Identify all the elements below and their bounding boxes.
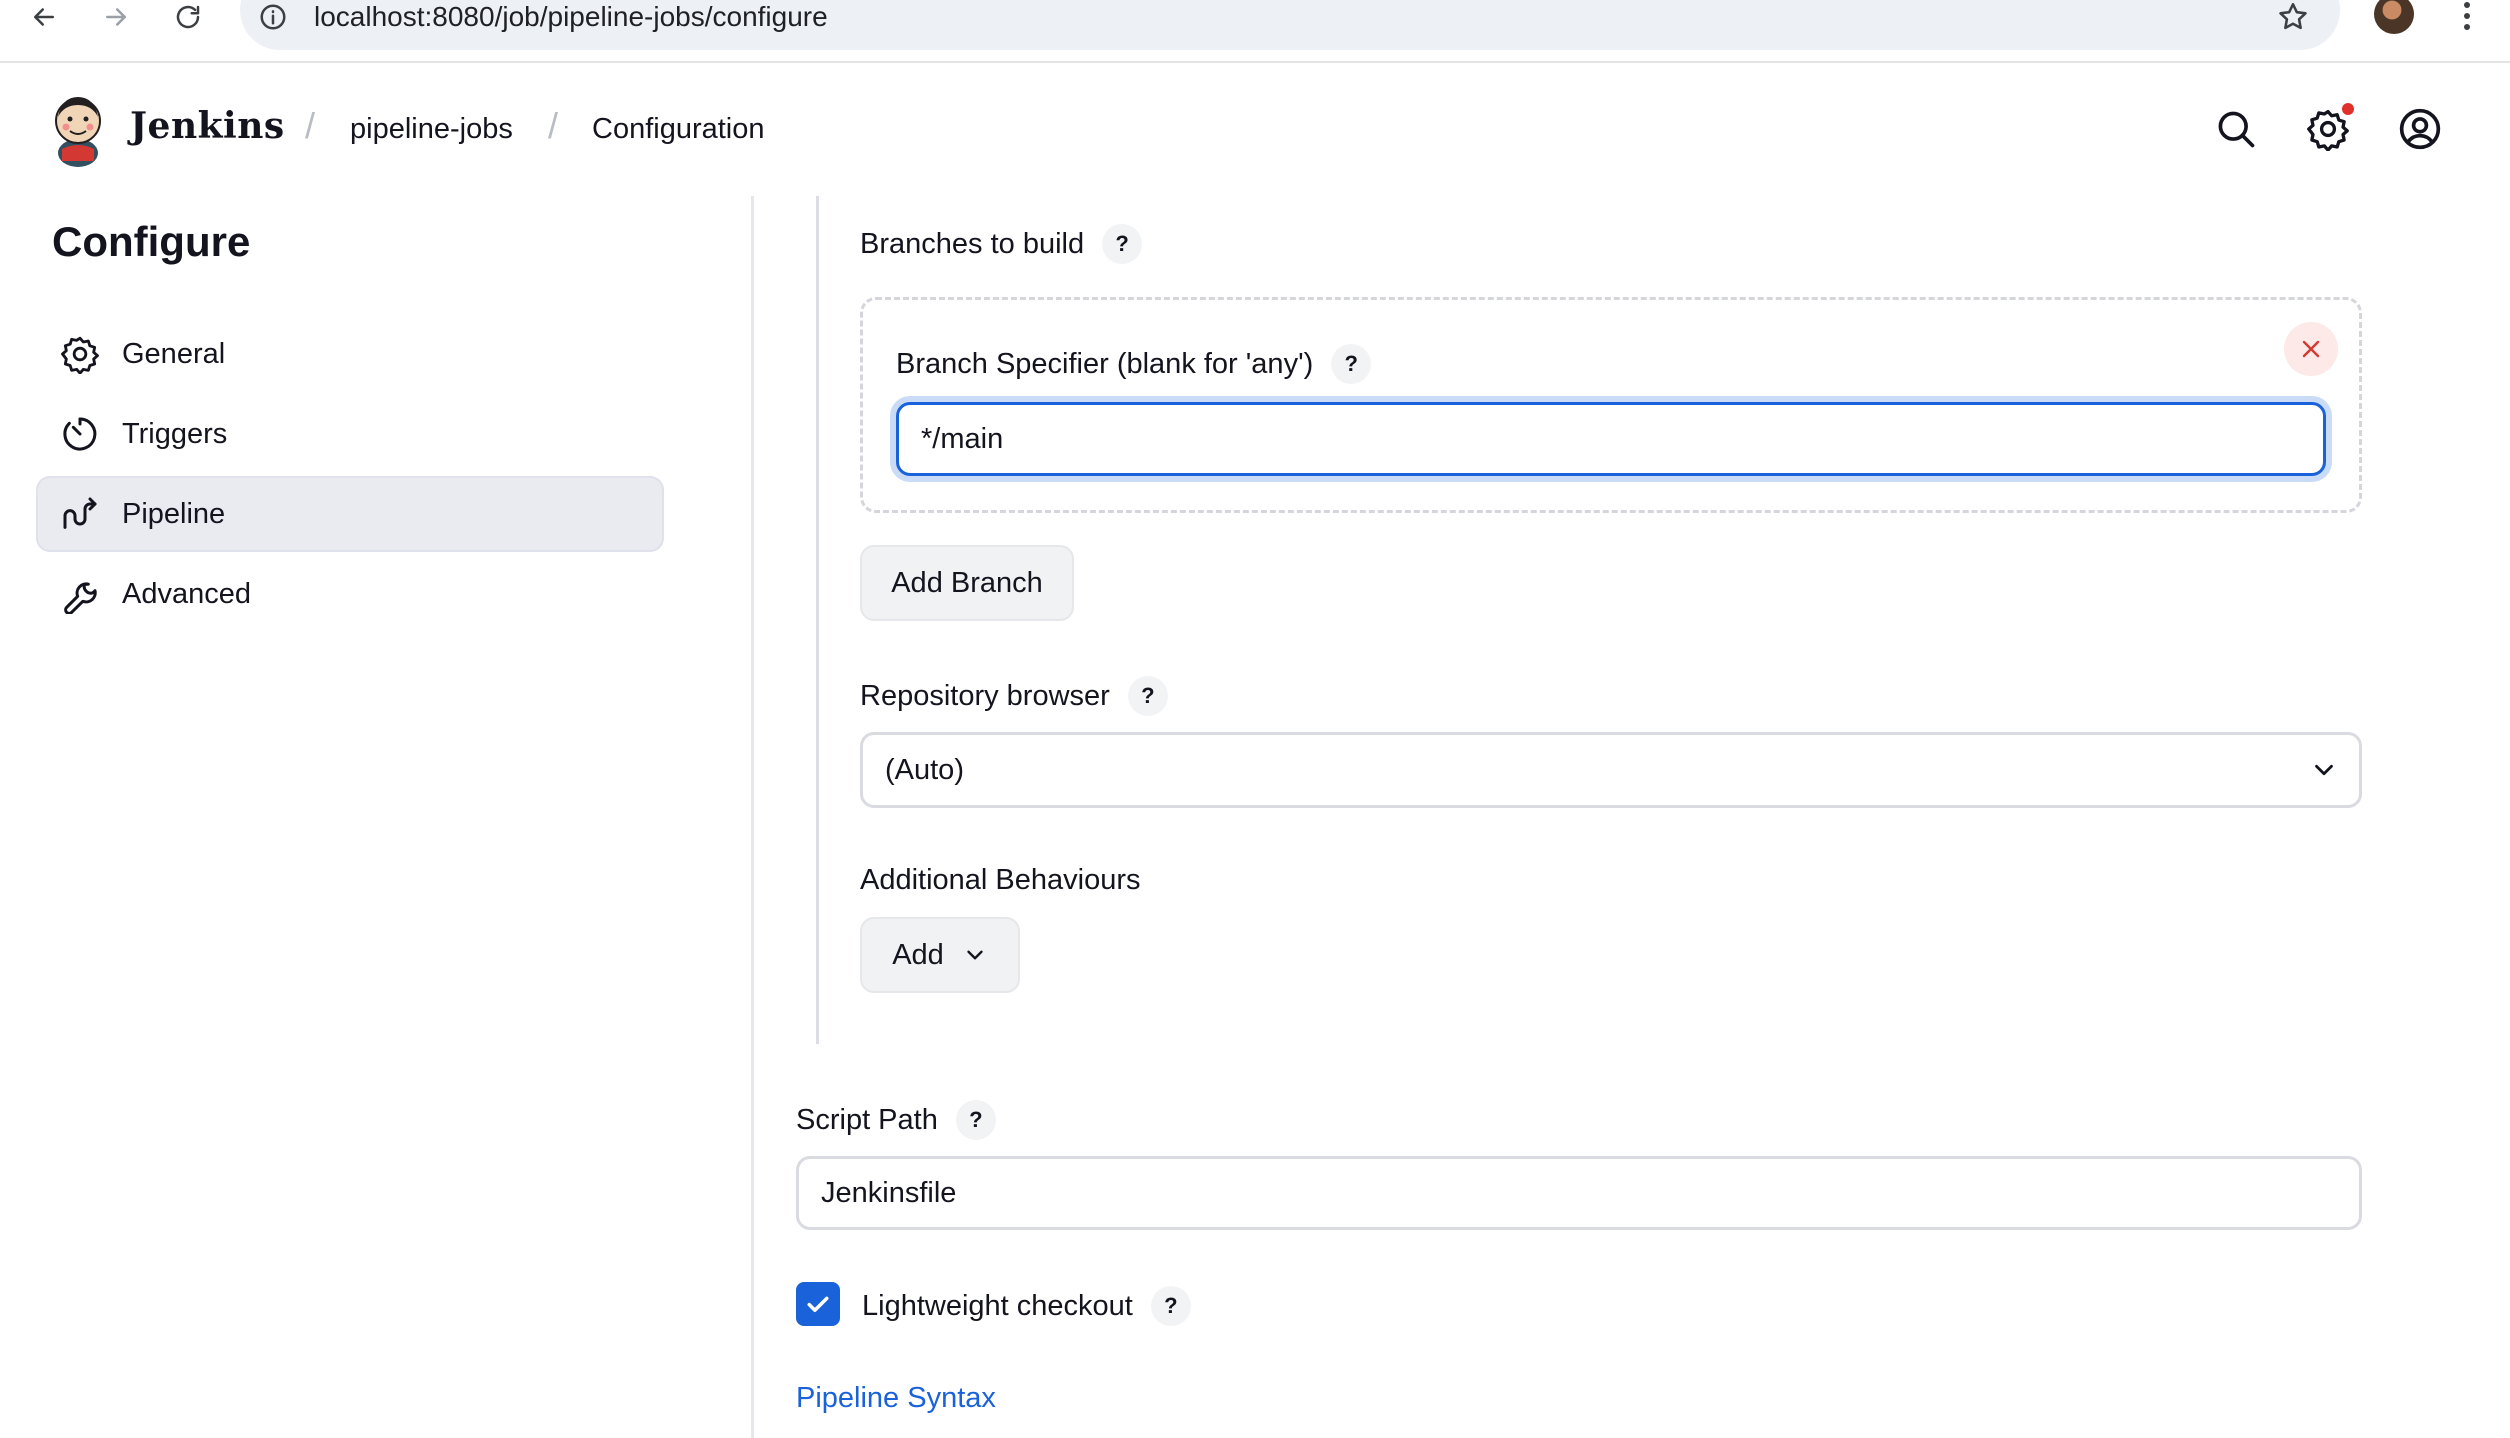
forward-button[interactable]: [92, 0, 140, 34]
branches-to-build-text: Branches to build: [860, 227, 1085, 260]
reload-icon: [176, 5, 200, 29]
pipeline-syntax-link[interactable]: Pipeline Syntax: [796, 1382, 996, 1415]
bookmark-star-icon[interactable]: [2276, 0, 2310, 34]
delete-branch-button[interactable]: [2284, 322, 2338, 376]
reload-button[interactable]: [164, 0, 212, 34]
chevron-down-icon: [2315, 764, 2333, 776]
add-branch-button[interactable]: Add Branch: [860, 545, 1074, 621]
repository-browser-selected: (Auto): [885, 753, 964, 786]
branch-specifier-input[interactable]: */main: [896, 402, 2326, 476]
breadcrumb-separator: /: [548, 105, 559, 146]
browser-menu-icon[interactable]: [2452, 0, 2482, 34]
sidebar-title: Configure: [52, 218, 251, 265]
back-button[interactable]: [20, 0, 68, 34]
help-button-repository-browser[interactable]: ?: [1127, 676, 1168, 716]
branch-specifier-label: Branch Specifier (blank for 'any') ?: [896, 344, 1372, 384]
sidebar-item-triggers[interactable]: Triggers: [36, 396, 664, 472]
jenkins-header: Jenkins / pipeline-jobs / Configuration: [0, 65, 2510, 195]
arrow-right-icon: [106, 8, 126, 26]
repository-browser-label: Repository browser ?: [860, 676, 1168, 716]
sidebar-divider: [751, 196, 754, 1438]
script-path-label: Script Path ?: [796, 1100, 996, 1140]
notification-dot: [2342, 103, 2354, 115]
url-text[interactable]: localhost:8080/job/pipeline-jobs/configu…: [314, 0, 828, 34]
help-button-branches[interactable]: ?: [1102, 224, 1143, 264]
arrow-left-icon: [34, 8, 54, 26]
help-button-script-path[interactable]: ?: [955, 1100, 996, 1140]
sidebar-item-label: Pipeline: [122, 497, 226, 530]
check-icon: [807, 1296, 829, 1312]
wrench-icon: [60, 574, 100, 615]
lightweight-checkout-checkbox[interactable]: [796, 1282, 840, 1326]
close-icon: [2302, 340, 2320, 358]
breadcrumb-item-job[interactable]: pipeline-jobs: [350, 113, 513, 146]
branch-specifier-text: Branch Specifier (blank for 'any'): [896, 347, 1314, 380]
add-behaviour-button[interactable]: Add: [860, 917, 1020, 993]
help-button-lightweight-checkout[interactable]: ?: [1150, 1286, 1191, 1326]
lightweight-checkout-text[interactable]: Lightweight checkout: [862, 1290, 1133, 1323]
sidebar-item-label: General: [122, 337, 226, 370]
profile-avatar[interactable]: [2374, 0, 2414, 34]
lightweight-checkout-label: Lightweight checkout ?: [862, 1286, 1191, 1326]
sidebar-item-label: Triggers: [122, 417, 228, 450]
pipeline-icon: [60, 494, 100, 534]
sidebar-item-label: Advanced: [122, 577, 251, 610]
breadcrumb-item-configuration[interactable]: Configuration: [592, 113, 765, 146]
jenkins-logo-icon[interactable]: [48, 91, 108, 167]
search-icon[interactable]: [2214, 107, 2258, 151]
jenkins-brand[interactable]: Jenkins: [130, 105, 285, 147]
repository-browser-text: Repository browser: [860, 679, 1110, 712]
repository-browser-select[interactable]: (Auto): [860, 732, 2362, 808]
sidebar-item-general[interactable]: General: [36, 316, 664, 392]
sidebar-item-pipeline[interactable]: Pipeline: [36, 476, 664, 552]
chevron-down-icon: [967, 950, 983, 960]
script-path-input[interactable]: Jenkinsfile: [796, 1156, 2362, 1230]
user-account-icon[interactable]: [2398, 107, 2442, 151]
section-rail: [816, 196, 819, 1044]
branches-to-build-label: Branches to build ?: [860, 224, 1143, 264]
browser-toolbar: localhost:8080/job/pipeline-jobs/configu…: [0, 0, 2510, 63]
timer-icon: [60, 414, 100, 454]
script-path-text: Script Path: [796, 1103, 938, 1136]
gear-icon: [60, 334, 100, 375]
additional-behaviours-label: Additional Behaviours: [860, 864, 1141, 897]
site-info-icon[interactable]: [258, 2, 288, 32]
additional-behaviours-text: Additional Behaviours: [860, 864, 1141, 896]
add-behaviour-label: Add: [892, 938, 944, 971]
sidebar-item-advanced[interactable]: Advanced: [36, 556, 664, 632]
help-button-branch-specifier[interactable]: ?: [1331, 344, 1372, 384]
breadcrumb-separator: /: [305, 105, 316, 146]
